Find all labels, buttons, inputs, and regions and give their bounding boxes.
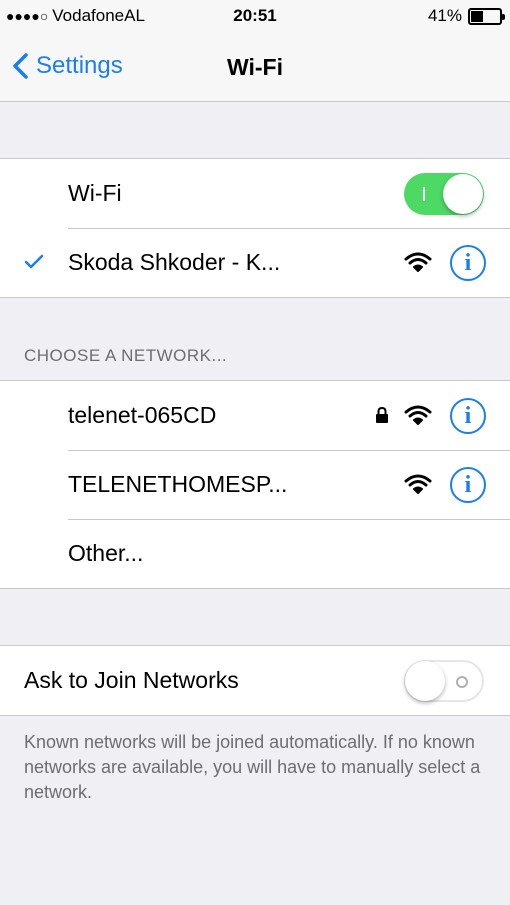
connected-network-row[interactable]: Skoda Shkoder - K... i xyxy=(0,228,510,297)
battery-percentage: 41% xyxy=(427,6,462,25)
status-bar: ●●●●○ VodafoneAL 20:51 41% xyxy=(0,0,510,34)
ask-join-group: Ask to Join Networks xyxy=(0,645,510,716)
wifi-group: Wi-Fi Skoda Shkoder - K... i xyxy=(0,158,510,298)
toggle-knob xyxy=(405,661,445,701)
wifi-toggle[interactable] xyxy=(404,173,484,215)
wifi-signal-icon xyxy=(404,252,432,272)
toggle-on-mark xyxy=(423,187,425,201)
network-name: telenet-065CD xyxy=(68,402,217,428)
ask-join-label: Ask to Join Networks xyxy=(24,667,239,693)
network-row[interactable]: telenet-065CD i xyxy=(0,381,510,450)
info-icon[interactable]: i xyxy=(450,467,486,503)
page-title: Wi-Fi xyxy=(227,54,283,80)
toggle-knob xyxy=(443,174,483,214)
navigation-bar: Settings Wi-Fi xyxy=(0,34,510,102)
battery-icon xyxy=(468,7,505,25)
wifi-signal-icon xyxy=(404,405,432,425)
toggle-off-mark xyxy=(456,676,468,688)
networks-group: telenet-065CD i TELENETHOMESP... i Other… xyxy=(0,380,510,589)
ask-join-footer: Known networks will be joined automatica… xyxy=(24,732,481,802)
other-network-label: Other... xyxy=(68,540,144,566)
battery-status: 41% xyxy=(427,6,505,26)
wifi-label: Wi-Fi xyxy=(68,180,122,206)
network-name: TELENETHOMESP... xyxy=(68,471,288,497)
network-row[interactable]: TELENETHOMESP... i xyxy=(0,450,510,519)
lock-icon xyxy=(376,406,388,423)
choose-network-header: CHOOSE A NETWORK... xyxy=(24,346,228,365)
other-network-row[interactable]: Other... xyxy=(0,519,510,588)
wifi-signal-icon xyxy=(404,474,432,494)
connected-network-name: Skoda Shkoder - K... xyxy=(68,249,281,275)
info-icon[interactable]: i xyxy=(450,398,486,434)
wifi-toggle-row: Wi-Fi xyxy=(0,159,510,228)
checkmark-icon xyxy=(24,254,44,269)
info-icon[interactable]: i xyxy=(450,245,486,281)
ask-join-row: Ask to Join Networks xyxy=(0,646,510,715)
ask-join-toggle[interactable] xyxy=(404,660,484,702)
